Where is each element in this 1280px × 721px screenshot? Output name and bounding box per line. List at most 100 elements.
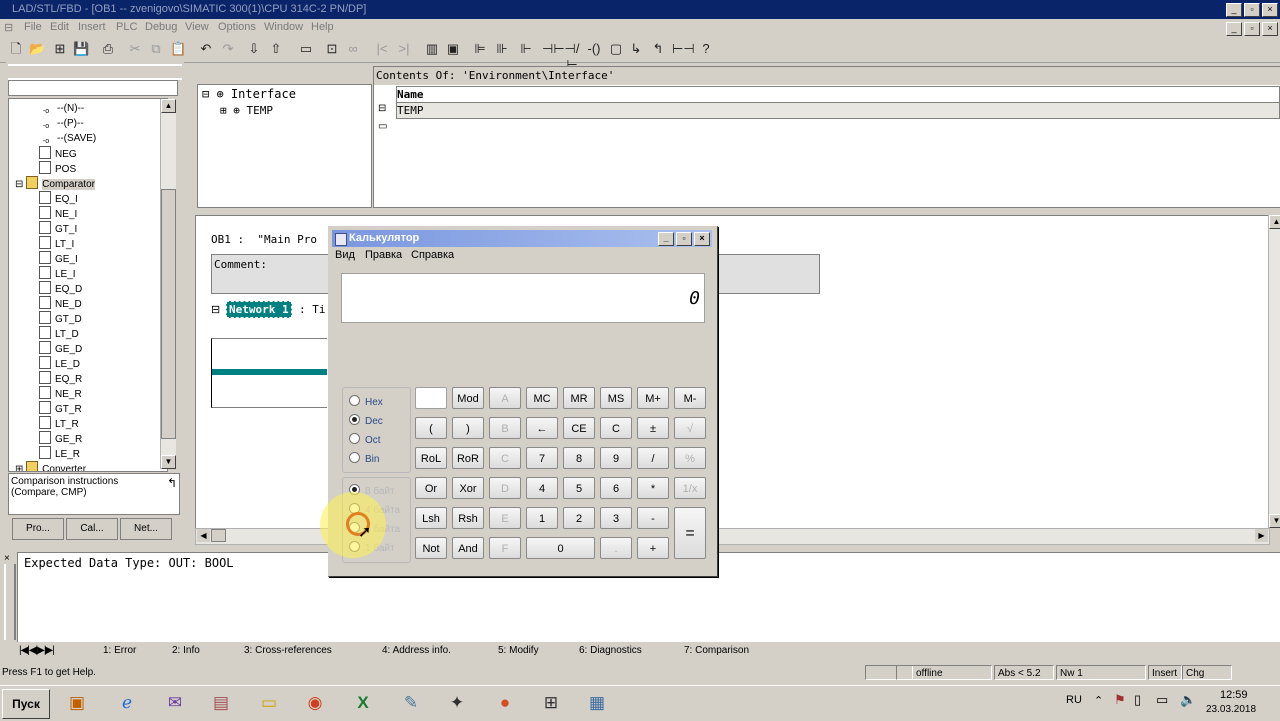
tab-call-structure[interactable]: Cal... — [66, 518, 118, 540]
editor-scroll-down-icon[interactable]: ▼ — [1269, 514, 1280, 528]
calc-key-b[interactable]: B — [489, 417, 521, 439]
menu-insert[interactable]: Insert — [78, 21, 106, 33]
branch-icon[interactable]: ⊪ — [494, 41, 510, 57]
radio-dec[interactable]: Dec — [349, 414, 383, 428]
calc-key-decimal[interactable]: . — [600, 537, 632, 559]
explorer-icon[interactable]: ▭ — [254, 689, 284, 717]
menu-plc[interactable]: PLC — [116, 21, 137, 33]
tree-item[interactable]: LT_R — [39, 416, 79, 431]
tray-flag-icon[interactable]: ⚑ — [1114, 692, 1126, 708]
calc-key-divide[interactable]: / — [637, 447, 669, 469]
calc-key-xor[interactable]: Xor — [452, 477, 484, 499]
tray-device-icon[interactable]: ▯ — [1134, 692, 1141, 708]
contact-nc-icon[interactable]: ⊣/⊢ — [564, 41, 580, 72]
menu-options[interactable]: Options — [218, 21, 256, 33]
calc-key-ror[interactable]: RoR — [452, 447, 484, 469]
tray-network-icon[interactable]: ▭ — [1156, 692, 1168, 708]
calc-key-backspace[interactable]: ← — [526, 417, 558, 439]
undo-icon[interactable]: ↶ — [198, 41, 214, 57]
info-close-icon[interactable]: × — [4, 553, 10, 564]
scroll-left-icon[interactable]: ◀ — [197, 529, 210, 542]
details-icon[interactable]: ▣ — [445, 41, 461, 57]
calc-key-e[interactable]: E — [489, 507, 521, 529]
language-indicator[interactable]: RU — [1066, 694, 1082, 706]
tree-item[interactable]: LE_I — [39, 266, 76, 281]
calc-key-mc[interactable]: MC — [526, 387, 558, 409]
interface-root[interactable]: ⊟ ⊕ Interface — [202, 87, 296, 101]
calc-key-2[interactable]: 2 — [563, 507, 595, 529]
calc-key-not[interactable]: Not — [415, 537, 447, 559]
expand-icon[interactable]: ⊟ — [15, 179, 26, 190]
tree-item[interactable]: GT_R — [39, 401, 82, 416]
calc-key-ce[interactable]: CE — [563, 417, 595, 439]
app-menu-icon[interactable]: ⊟ — [4, 21, 13, 34]
excel-icon[interactable]: X — [348, 689, 378, 717]
menu-file[interactable]: File — [24, 21, 42, 33]
calc-menu-view[interactable]: Вид — [335, 249, 355, 261]
clock-date[interactable]: 23.03.2018 — [1206, 704, 1256, 715]
scroll-up-icon[interactable]: ▲ — [161, 99, 176, 113]
tab-cross-references[interactable]: 3: Cross-references — [244, 643, 332, 658]
next-network-icon[interactable]: >| — [396, 41, 412, 57]
tree-icon[interactable]: ⊡ — [324, 41, 340, 57]
new-icon[interactable]: 🗋 — [8, 41, 24, 57]
panel-grip[interactable] — [8, 64, 182, 80]
tree-item[interactable]: NE_R — [39, 386, 82, 401]
editor-vscrollbar[interactable]: ▲ ▼ — [1268, 215, 1280, 528]
glasses-icon[interactable]: ∞ — [345, 41, 361, 57]
minimize-button[interactable]: _ — [1226, 3, 1242, 17]
calc-key-lsh[interactable]: Lsh — [415, 507, 447, 529]
network-collapse-icon[interactable]: ⊟ — [211, 303, 220, 316]
tab-modify[interactable]: 5: Modify — [498, 643, 539, 658]
calc-key-f[interactable]: F — [489, 537, 521, 559]
calc-key-0[interactable]: 0 — [526, 537, 595, 559]
calc-maximize-button[interactable]: ▫ — [676, 232, 692, 246]
app-icon[interactable]: ● — [490, 689, 520, 717]
tree-item[interactable]: GT_D — [39, 311, 82, 326]
calc-key-minus[interactable]: - — [637, 507, 669, 529]
tree-item[interactable]: GE_D — [39, 341, 82, 356]
calc-key-c[interactable]: C — [600, 417, 632, 439]
tab-address-info[interactable]: 4: Address info. — [382, 643, 451, 658]
tree-item[interactable]: EQ_R — [39, 371, 82, 386]
menu-window[interactable]: Window — [264, 21, 303, 33]
table-row[interactable]: TEMP — [396, 102, 1280, 119]
tree-item[interactable]: -o --(N)-- — [39, 101, 84, 118]
calc-key-m[interactable]: M+ — [637, 387, 669, 409]
copy-icon[interactable]: ⧉ — [148, 41, 164, 57]
doc-minimize-button[interactable]: _ — [1226, 22, 1242, 36]
maximize-button[interactable]: ▫ — [1244, 3, 1260, 17]
media-player-icon[interactable]: ▣ — [62, 689, 92, 717]
column-name-header[interactable]: Name — [396, 86, 1280, 103]
ladder-rung[interactable] — [211, 338, 327, 408]
radio-button-icon[interactable] — [349, 452, 360, 463]
calc-key-4[interactable]: 4 — [526, 477, 558, 499]
expand-icon[interactable]: ⊞ — [15, 464, 26, 471]
calc-key-rsh[interactable]: Rsh — [452, 507, 484, 529]
calc-key-mr[interactable]: MR — [563, 387, 595, 409]
tray-expand-icon[interactable]: ⌃ — [1094, 694, 1103, 707]
scroll-right-icon[interactable]: ▶ — [1255, 529, 1268, 542]
interface-temp-node[interactable]: ⊞ ⊕ TEMP — [220, 104, 273, 117]
cut-icon[interactable]: ✂ — [127, 41, 143, 57]
calc-key-mod[interactable]: Mod — [452, 387, 484, 409]
ladder-app-icon[interactable]: ⊞ — [536, 689, 566, 717]
tool-icon[interactable]: ✎ — [396, 689, 426, 717]
radio-button-icon[interactable] — [349, 414, 360, 425]
calc-key-rol[interactable]: RoL — [415, 447, 447, 469]
tree-item[interactable]: LE_D — [39, 356, 80, 371]
scroll-thumb[interactable] — [161, 189, 176, 439]
radio-bin[interactable]: Bin — [349, 452, 379, 466]
simatic-icon[interactable]: ✦ — [442, 689, 472, 717]
calc-key-close-paren[interactable]: ) — [452, 417, 484, 439]
tree-item[interactable]: LE_R — [39, 446, 80, 461]
editor-scroll-up-icon[interactable]: ▲ — [1269, 215, 1280, 229]
close-branch2-icon[interactable]: ↰ — [650, 41, 666, 57]
calc-key-and[interactable]: And — [452, 537, 484, 559]
monitor-icon[interactable]: ▭ — [298, 41, 314, 57]
calc-minimize-button[interactable]: _ — [658, 232, 674, 246]
calc-key-a[interactable]: A — [489, 387, 521, 409]
calc-key-ms[interactable]: MS — [600, 387, 632, 409]
tree-item[interactable]: GE_I — [39, 251, 78, 266]
doc-close-button[interactable]: × — [1262, 22, 1278, 36]
